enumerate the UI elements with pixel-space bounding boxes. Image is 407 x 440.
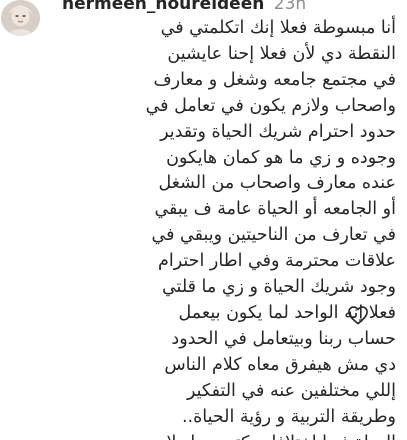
comment-timestamp[interactable]: 23h	[274, 0, 306, 14]
comment-line: في تعارف من الناحيتين ويبقي في	[151, 225, 396, 246]
comment-line: عنده معارف واصحاب من الشغل	[158, 173, 396, 194]
like-button[interactable]	[347, 305, 369, 325]
comment-line: أو الجامعه أو الحياة عامة ف يبقي	[154, 199, 396, 220]
heart-outline-icon	[348, 306, 368, 325]
comment-line: وطريقة التربية و رؤية الحياة..	[181, 406, 396, 427]
comment-line: حدود احترام شريك الحياة وتقدير	[160, 121, 396, 142]
comment-line: دي مش هيفرق معاه كلام الناس	[164, 354, 396, 375]
comment-line: أنا مبسوطة فعلا إنك اتكلمتي في	[160, 18, 396, 38]
comment-line: وجود شريك الحياة و زي ما قلتي	[161, 277, 396, 298]
comment-line: واصحاب ولازم يكون في تعامل في	[145, 95, 396, 116]
comment-line: علاقات محترمة وفي اطار احترام	[158, 251, 396, 272]
comment-item: nermeen_noureldeen 23h أنا مبسوطة فعلا إ…	[0, 0, 407, 440]
comment-line: فعلا إنه الواحد لما يكون بيعمل	[178, 302, 396, 323]
username-link[interactable]: nermeen_noureldeen	[62, 0, 264, 14]
comment-header: nermeen_noureldeen 23h	[62, 0, 306, 15]
comment-line: الحياة فيها اختلافات كتير جدا ولازم	[10, 431, 396, 440]
comment-line: النقطة دي لأن فعلا إحنا عايشين	[167, 43, 396, 64]
comment-text: أنا مبسوطة فعلا إنك اتكلمتي في النقطة دي…	[10, 16, 396, 440]
comment-line: وجوده و زي ما هو كمان هايكون	[166, 147, 396, 168]
comment-line: في مجتمع جامعه وشغل و معارف	[153, 69, 397, 90]
comment-line: إللي مختلفين عنه في التفكير	[186, 380, 396, 401]
comment-line: حساب ربنا وبيتعامل في الحدود	[171, 328, 396, 349]
